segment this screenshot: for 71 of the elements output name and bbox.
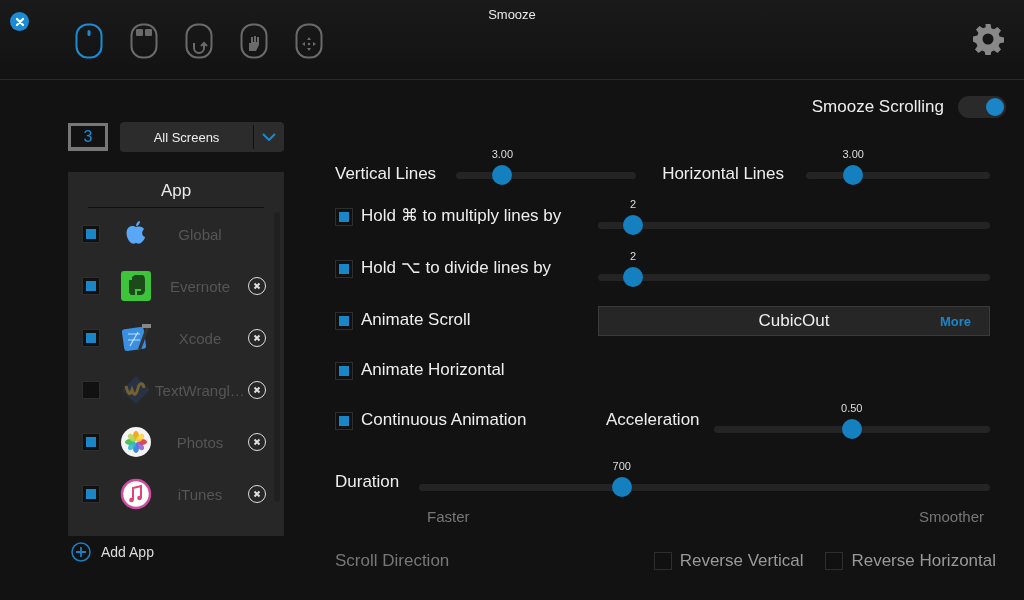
faster-label: Faster: [427, 508, 470, 525]
horizontal-lines-slider[interactable]: 3.00: [806, 148, 990, 186]
slider-thumb[interactable]: [623, 267, 644, 287]
close-button[interactable]: [10, 12, 29, 31]
app-checkbox[interactable]: [82, 485, 100, 503]
smooze-scrolling-switch[interactable]: [958, 96, 1006, 118]
animate-horizontal-label: Animate Horizontal: [361, 360, 506, 380]
reverse-label: Reverse Horizontal: [851, 551, 996, 571]
rotate-mode-tab[interactable]: [185, 23, 213, 59]
animate-scroll-checkbox[interactable]: [335, 312, 353, 330]
animate-scroll-label: Animate Scroll: [361, 310, 472, 330]
horizontal-lines-label: Horizontal Lines: [662, 164, 785, 185]
easing-value: CubicOut: [758, 311, 830, 331]
xcode-app-icon: [120, 322, 152, 354]
app-checkbox[interactable]: [82, 225, 100, 243]
continuous-animation-checkbox[interactable]: [335, 412, 353, 430]
app-checkbox[interactable]: [82, 329, 100, 347]
settings-icon[interactable]: [972, 23, 1004, 55]
slider-value: 0.50: [841, 402, 863, 414]
textwrangler-app-icon: [120, 374, 152, 406]
plus-circle-icon: [71, 542, 91, 562]
multiply-slider[interactable]: 2: [598, 198, 990, 236]
hand-mode-tab[interactable]: [240, 23, 268, 59]
mouse-mode-tab[interactable]: [75, 23, 103, 59]
itunes-app-icon: [120, 478, 152, 510]
divide-checkbox[interactable]: [335, 260, 353, 278]
move-mode-tab[interactable]: [295, 23, 323, 59]
multiply-label: Hold ⌘ to multiply lines by: [361, 205, 563, 226]
duration-slider[interactable]: 700: [419, 460, 990, 498]
easing-selector[interactable]: CubicOut More: [598, 306, 990, 336]
acceleration-label: Acceleration: [606, 410, 700, 430]
divide-slider[interactable]: 2: [598, 250, 990, 288]
animate-horizontal-checkbox[interactable]: [335, 362, 353, 380]
slider-value: 3.00: [842, 148, 864, 160]
close-icon: [14, 16, 25, 27]
reverse-checkbox[interactable]: [825, 552, 844, 570]
slider-value: 3.00: [491, 148, 514, 160]
slider-value: 2: [630, 250, 637, 262]
app-checkbox[interactable]: [82, 277, 100, 295]
evernote-app-icon: [120, 270, 152, 302]
reverse-label: Reverse Vertical: [679, 551, 804, 571]
smooze-scrolling-label: Smooze Scrolling: [811, 97, 944, 117]
slider-thumb[interactable]: [843, 165, 864, 185]
slider-value: 700: [612, 460, 631, 472]
divide-label: Hold ⌥ to divide lines by: [361, 257, 553, 278]
duration-label: Duration: [335, 472, 400, 492]
vertical-lines-slider[interactable]: 3.00: [456, 148, 637, 186]
chevron-down-icon: [262, 133, 276, 141]
monitor-screen-count: 3: [68, 123, 108, 151]
app-checkbox[interactable]: [82, 433, 100, 451]
scroll-direction-label: Scroll Direction: [335, 551, 451, 571]
buttons-mode-tab[interactable]: [130, 23, 158, 59]
photos-app-icon: [120, 426, 152, 458]
vertical-lines-label: Vertical Lines: [335, 164, 437, 185]
reverse-checkbox[interactable]: [653, 552, 672, 570]
more-link[interactable]: More: [939, 313, 971, 329]
multiply-checkbox[interactable]: [335, 208, 353, 226]
slider-thumb[interactable]: [492, 165, 513, 185]
app-checkbox[interactable]: [82, 381, 100, 399]
smoother-label: Smoother: [918, 508, 984, 525]
add-app-label: Add App: [101, 544, 154, 560]
screens-dropdown[interactable]: All Screens: [120, 122, 284, 152]
add-app-button[interactable]: Add App: [68, 536, 154, 562]
slider-thumb[interactable]: [841, 419, 862, 439]
slider-value: 2: [630, 198, 637, 210]
continuous-animation-label: Continuous Animation: [361, 410, 528, 430]
slider-thumb[interactable]: [611, 477, 632, 497]
slider-thumb[interactable]: [623, 215, 644, 235]
window-title: Smooze: [487, 7, 537, 22]
app-column-header: App: [88, 172, 264, 208]
acceleration-slider[interactable]: 0.50: [713, 402, 990, 440]
